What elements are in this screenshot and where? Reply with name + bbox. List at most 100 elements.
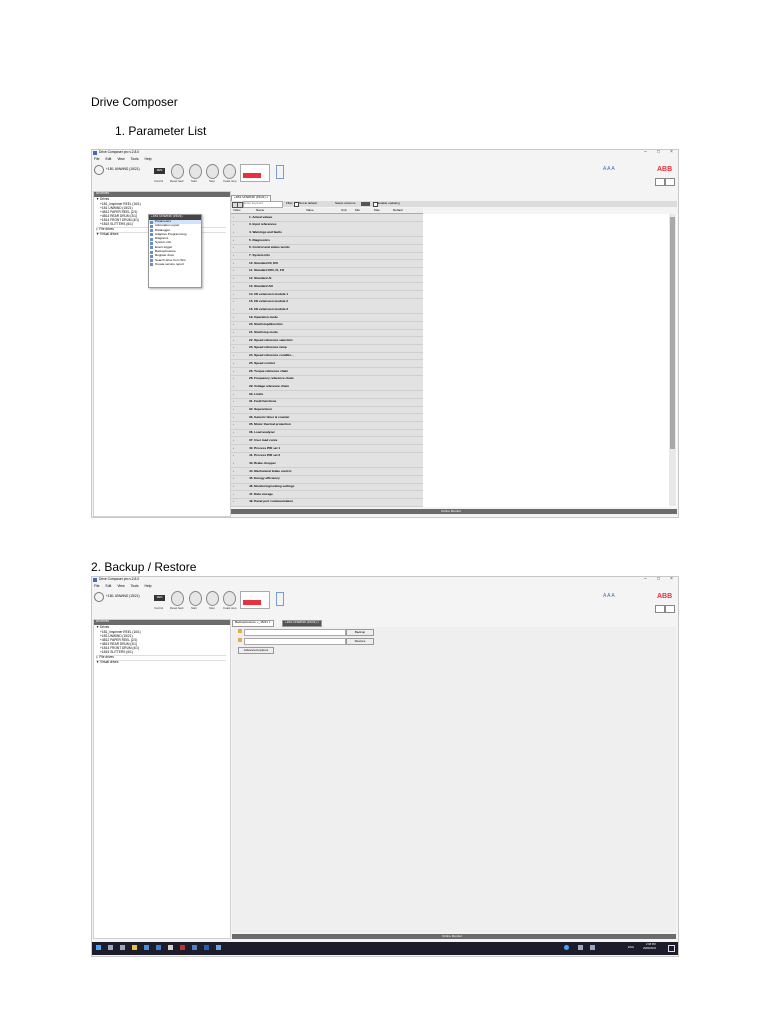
coast-stop-icon[interactable]: [223, 164, 236, 179]
file-explorer-icon[interactable]: [132, 945, 137, 950]
table-row[interactable]: › 32. Supervision: [231, 406, 423, 415]
reference-arrows-icon[interactable]: [276, 165, 284, 179]
tree-virtual-drives[interactable]: ▼ Virtual drives: [96, 660, 226, 665]
chevron-right-icon[interactable]: ›: [233, 369, 234, 374]
menu-edit[interactable]: Edit: [105, 157, 111, 161]
table-row[interactable]: › 36. Load analyzer: [231, 429, 423, 438]
online-monitor-bar[interactable]: Online Monitor: [232, 934, 676, 939]
menu-file[interactable]: File: [94, 157, 99, 161]
chevron-right-icon[interactable]: ›: [233, 284, 234, 289]
taskbar-app-icon[interactable]: [156, 945, 161, 950]
menu-help[interactable]: Help: [145, 584, 152, 588]
search-icon[interactable]: [108, 945, 113, 950]
tray-icon[interactable]: [578, 945, 583, 950]
chevron-right-icon[interactable]: ›: [233, 346, 234, 350]
close-button[interactable]: ×: [670, 150, 673, 156]
table-row[interactable]: › 20. Start/stop/direction: [231, 321, 423, 330]
fullscreen-icon[interactable]: [665, 605, 675, 613]
select-columns-dropdown[interactable]: [361, 201, 370, 206]
reference-arrows-icon[interactable]: [276, 592, 284, 606]
table-row[interactable]: › 5. Diagnostics: [231, 237, 423, 245]
chevron-right-icon[interactable]: ›: [233, 377, 234, 381]
taskbar-app-icon[interactable]: [144, 945, 149, 950]
online-monitor-bar[interactable]: Online Monitor: [231, 509, 677, 514]
restore-path-input[interactable]: [244, 638, 346, 645]
zoom-controls[interactable]: A A A: [603, 593, 615, 600]
table-row[interactable]: › 14. I/O extension module 1: [231, 291, 423, 299]
col-index[interactable]: Index: [233, 208, 241, 213]
table-row[interactable]: › 33. Generic timer & counter: [231, 414, 423, 423]
table-row[interactable]: › 44. Mechanical brake control: [231, 468, 423, 476]
menu-tools[interactable]: Tools: [131, 157, 139, 161]
chevron-right-icon[interactable]: ›: [233, 400, 234, 404]
taskbar-app-icon[interactable]: [168, 945, 173, 950]
chevron-right-icon[interactable]: ›: [233, 215, 234, 220]
tray-icon[interactable]: [564, 945, 569, 950]
param-scrollbar[interactable]: [669, 214, 676, 506]
chevron-right-icon[interactable]: ›: [233, 246, 234, 250]
tray-icon[interactable]: [590, 945, 595, 950]
chevron-right-icon[interactable]: ›: [233, 261, 234, 266]
table-row[interactable]: › 11. Standard DIO, FI, FO: [231, 267, 423, 276]
start-menu-icon[interactable]: [96, 945, 101, 950]
chevron-right-icon[interactable]: ›: [233, 431, 234, 435]
notification-icon[interactable]: [668, 945, 675, 952]
table-row[interactable]: › 15. I/O extension module 2: [231, 298, 423, 307]
start-icon[interactable]: [189, 164, 202, 179]
tab-drive-parameters[interactable]: +1B1 UNWIND (15/21) ×: [282, 620, 323, 627]
mode-badge[interactable]: REM: [154, 595, 165, 601]
clock-date[interactable]: 29/09/2022: [643, 947, 656, 951]
reference-input[interactable]: [240, 164, 270, 182]
restore-button[interactable]: Restore: [346, 638, 374, 645]
table-row[interactable]: › 35. Motor thermal protection: [231, 421, 423, 430]
maximize-button[interactable]: □: [657, 577, 660, 583]
layout-icon[interactable]: [655, 178, 665, 186]
chevron-right-icon[interactable]: ›: [233, 446, 234, 451]
menu-help[interactable]: Help: [145, 157, 152, 161]
chevron-right-icon[interactable]: ›: [233, 461, 234, 466]
fullscreen-icon[interactable]: [665, 178, 675, 186]
col-default[interactable]: Default: [393, 208, 403, 213]
chevron-right-icon[interactable]: ›: [233, 392, 234, 397]
table-row[interactable]: › 13. Standard AO: [231, 283, 423, 292]
stop-icon[interactable]: [206, 591, 219, 606]
table-row[interactable]: › 45. Energy efficiency: [231, 475, 423, 484]
refresh-icon[interactable]: [94, 165, 104, 175]
taskbar-app-icon[interactable]: [192, 945, 197, 950]
chevron-right-icon[interactable]: ›: [233, 484, 234, 489]
reset-fault-icon[interactable]: [171, 591, 184, 606]
chevron-right-icon[interactable]: ›: [233, 361, 234, 366]
table-row[interactable]: › 19. Operation mode: [231, 314, 423, 322]
task-view-icon[interactable]: [120, 945, 125, 950]
chevron-right-icon[interactable]: ›: [233, 292, 234, 297]
taskbar-app-icon[interactable]: [204, 945, 209, 950]
chevron-right-icon[interactable]: ›: [233, 330, 234, 335]
menu-view[interactable]: View: [117, 157, 124, 161]
chevron-right-icon[interactable]: ›: [233, 338, 234, 343]
col-max[interactable]: Max: [374, 208, 380, 213]
table-row[interactable]: › 6. Control and status words: [231, 244, 423, 253]
menu-file[interactable]: File: [94, 584, 99, 588]
chevron-right-icon[interactable]: ›: [233, 407, 234, 412]
chevron-right-icon[interactable]: ›: [233, 454, 234, 458]
chevron-right-icon[interactable]: ›: [233, 477, 234, 481]
coast-stop-icon[interactable]: [223, 591, 236, 606]
zoom-controls[interactable]: A A A: [603, 166, 615, 173]
table-row[interactable]: › 21. Start/stop mode: [231, 329, 423, 338]
chevron-right-icon[interactable]: ›: [233, 269, 234, 273]
reference-input[interactable]: [240, 591, 270, 609]
table-row[interactable]: › 3. Input references: [231, 221, 423, 230]
table-row[interactable]: › 29. Voltage reference chain: [231, 383, 423, 392]
table-row[interactable]: › 10. Standard DI, RO: [231, 260, 423, 269]
refresh-icon[interactable]: [94, 592, 104, 602]
backup-button[interactable]: Backup: [346, 629, 374, 636]
layout-icon[interactable]: [655, 605, 665, 613]
minimize-button[interactable]: –: [644, 577, 647, 583]
table-row[interactable]: › 37. User load curve: [231, 437, 423, 446]
chevron-right-icon[interactable]: ›: [233, 323, 234, 327]
table-row[interactable]: › 41. Process PID set 2: [231, 452, 423, 461]
chevron-right-icon[interactable]: ›: [233, 307, 234, 312]
advanced-options-button[interactable]: Advanced options: [238, 647, 274, 654]
param-scrollbar-thumb[interactable]: [670, 217, 675, 449]
taskbar-app-icon[interactable]: [216, 945, 221, 950]
